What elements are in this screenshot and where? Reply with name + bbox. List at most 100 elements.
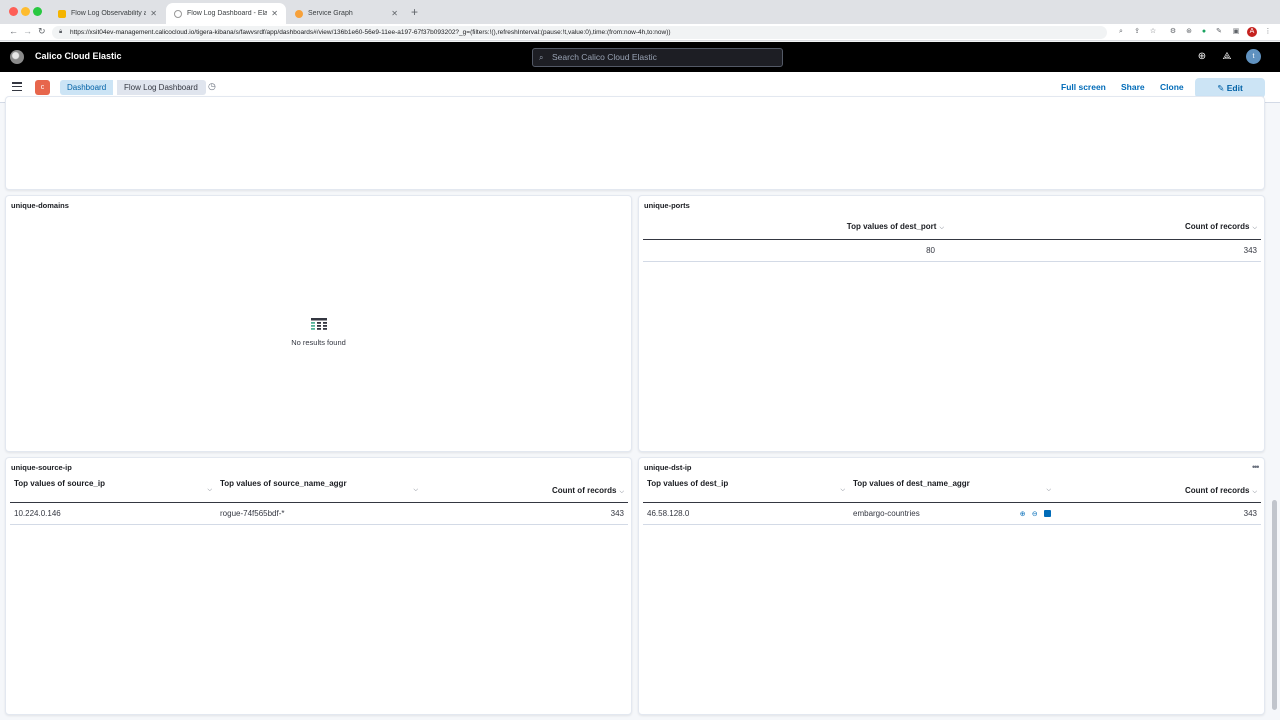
- table-cell[interactable]: 343: [1055, 502, 1261, 525]
- table-row: 80 343: [643, 239, 1261, 262]
- column-label: Top values of source_ip: [14, 479, 105, 488]
- table-cell-hovered[interactable]: embargo-countries ⊕ ⊖: [849, 502, 1055, 525]
- dst-ip-table: Top values of dest_ip ⌵ Top values of des…: [643, 479, 1261, 525]
- column-header-dest-name[interactable]: Top values of dest_name_aggr ⌵: [849, 479, 1055, 503]
- browser-tab-service-graph[interactable]: Service Graph ✕: [287, 3, 406, 24]
- space-badge[interactable]: c: [35, 80, 50, 95]
- chevron-down-icon[interactable]: ⌵: [1252, 489, 1257, 495]
- table-row: 46.58.128.0 embargo-countries ⊕ ⊖ 343: [643, 502, 1261, 525]
- zoom-icon[interactable]: ⌕: [1116, 27, 1126, 37]
- expand-cell-icon[interactable]: [1044, 510, 1051, 518]
- share-button[interactable]: Share: [1121, 82, 1145, 92]
- table-empty-icon: [310, 318, 327, 330]
- tab-close-icon[interactable]: ✕: [271, 9, 278, 18]
- search-icon: ⌕: [539, 53, 544, 62]
- clone-button[interactable]: Clone: [1160, 82, 1184, 92]
- minimize-window-dot[interactable]: [21, 7, 30, 16]
- url-text: https://xsit04ev-management.calicocloud.…: [70, 29, 671, 36]
- chevron-down-icon[interactable]: ⌵: [413, 479, 418, 502]
- column-header-source-name[interactable]: Top values of source_name_aggr ⌵: [216, 479, 422, 503]
- column-header-dest-port[interactable]: Top values of dest_port ⌵: [643, 216, 948, 240]
- column-header-dest-ip[interactable]: Top values of dest_ip ⌵: [643, 479, 849, 503]
- edit-label: Edit: [1226, 83, 1243, 93]
- ports-table: Top values of dest_port ⌵ Count of record…: [643, 216, 1261, 262]
- back-arrow-icon[interactable]: ←: [9, 26, 18, 36]
- menu-hamburger-icon[interactable]: [12, 82, 22, 92]
- panel-title: unique-ports: [644, 201, 690, 210]
- browser-tab-bar: Flow Log Observability and Tro ✕ Flow Lo…: [0, 0, 1280, 24]
- extension-icon[interactable]: ⚙: [1168, 27, 1178, 37]
- panel-unique-source-ip: unique-source-ip Top values of source_ip…: [5, 457, 632, 715]
- extension-icon[interactable]: ⊛: [1184, 27, 1194, 37]
- bookmark-star-icon[interactable]: ☆: [1148, 27, 1158, 37]
- history-clock-icon[interactable]: ◷: [208, 81, 216, 92]
- breadcrumb-current-page: Flow Log Dashboard: [117, 80, 206, 95]
- help-icon[interactable]: ⊕: [1196, 51, 1208, 63]
- app-header: Calico Cloud Elastic ⌕ Search Calico Clo…: [0, 42, 1280, 72]
- new-tab-button[interactable]: +: [411, 5, 418, 19]
- news-feed-icon[interactable]: ⟁: [1221, 51, 1233, 63]
- user-avatar[interactable]: t: [1246, 49, 1261, 64]
- calico-favicon-icon: [295, 9, 303, 18]
- table-cell[interactable]: rogue-74f565bdf-*: [216, 502, 422, 525]
- no-results-text: No results found: [291, 338, 346, 347]
- column-label: Count of records: [551, 485, 617, 495]
- browser-menu-icon[interactable]: ⋮: [1263, 27, 1273, 37]
- table-cell[interactable]: 343: [422, 502, 628, 525]
- table-cell[interactable]: 343: [948, 239, 1261, 262]
- panel-unique-ports: unique-ports Top values of dest_port ⌵ Co…: [638, 195, 1265, 452]
- table-cell[interactable]: 80: [643, 239, 948, 262]
- column-header-count[interactable]: Count of records ⌵: [948, 216, 1261, 240]
- column-header-count[interactable]: Count of records ⌵: [422, 479, 628, 503]
- maximize-window-dot[interactable]: [33, 7, 42, 16]
- column-header-source-ip[interactable]: Top values of source_ip ⌵: [10, 479, 216, 503]
- table-cell[interactable]: 10.224.0.146: [10, 502, 216, 525]
- panel-top-partial: [5, 96, 1265, 190]
- scrollbar-thumb[interactable]: [1272, 500, 1277, 710]
- column-label: Count of records: [1184, 485, 1250, 495]
- chevron-down-icon[interactable]: ⌵: [1046, 479, 1051, 502]
- edit-button[interactable]: ✎ Edit: [1195, 78, 1265, 98]
- extension-icon[interactable]: ✎: [1214, 27, 1224, 37]
- reload-icon[interactable]: ↻: [38, 26, 46, 37]
- url-field[interactable]: 🔒︎ https://xsit04ev-management.calicoclo…: [52, 26, 1107, 39]
- panel-unique-domains: unique-domains No results found: [5, 195, 632, 452]
- column-header-count[interactable]: Count of records ⌵: [1055, 479, 1261, 503]
- column-label: Top values of source_name_aggr: [220, 479, 347, 488]
- close-window-dot[interactable]: [9, 7, 18, 16]
- chevron-down-icon[interactable]: ⌵: [939, 225, 944, 231]
- full-screen-button[interactable]: Full screen: [1061, 82, 1106, 92]
- share-page-icon[interactable]: ⇪: [1132, 27, 1142, 37]
- chevron-down-icon[interactable]: ⌵: [1252, 225, 1257, 231]
- tab-label: Flow Log Dashboard - Elastic: [187, 10, 268, 17]
- empty-state: No results found: [6, 317, 631, 347]
- browser-address-bar: ← → ↻ 🔒︎ https://xsit04ev-management.cal…: [0, 24, 1280, 41]
- filter-out-icon[interactable]: ⊖: [1032, 511, 1038, 518]
- table-header-row: Top values of source_ip ⌵ Top values of s…: [10, 479, 628, 503]
- sidebar-icon[interactable]: ▣: [1231, 27, 1241, 37]
- chevron-down-icon[interactable]: ⌵: [840, 479, 845, 502]
- breadcrumb-dashboard[interactable]: Dashboard: [60, 80, 114, 95]
- tab-label: Flow Log Observability and Tro: [71, 10, 147, 17]
- app-brand-title: Calico Cloud Elastic: [35, 51, 122, 61]
- panel-title: unique-dst-ip: [644, 463, 692, 472]
- filter-for-icon[interactable]: ⊕: [1020, 511, 1026, 518]
- table-cell[interactable]: 46.58.128.0: [643, 502, 849, 525]
- source-ip-table: Top values of source_ip ⌵ Top values of s…: [10, 479, 628, 525]
- elastic-favicon-icon: [174, 9, 182, 18]
- profile-avatar[interactable]: A: [1247, 27, 1257, 37]
- chevron-down-icon[interactable]: ⌵: [619, 489, 624, 495]
- forward-arrow-icon[interactable]: →: [23, 26, 32, 36]
- browser-tab-dashboard[interactable]: Flow Log Dashboard - Elastic ✕: [166, 3, 286, 24]
- doc-favicon-icon: [58, 9, 66, 18]
- calico-logo-icon[interactable]: [10, 50, 24, 64]
- tab-close-icon[interactable]: ✕: [150, 9, 157, 18]
- panel-title: unique-domains: [11, 201, 69, 210]
- chevron-down-icon[interactable]: ⌵: [207, 479, 212, 502]
- tab-close-icon[interactable]: ✕: [391, 9, 398, 18]
- global-search-input[interactable]: ⌕ Search Calico Cloud Elastic: [532, 48, 783, 67]
- panel-options-icon[interactable]: •••: [1252, 462, 1260, 472]
- browser-tab-observability[interactable]: Flow Log Observability and Tro ✕: [50, 3, 165, 24]
- tab-label: Service Graph: [308, 10, 353, 17]
- extension-icon[interactable]: ●: [1199, 27, 1209, 37]
